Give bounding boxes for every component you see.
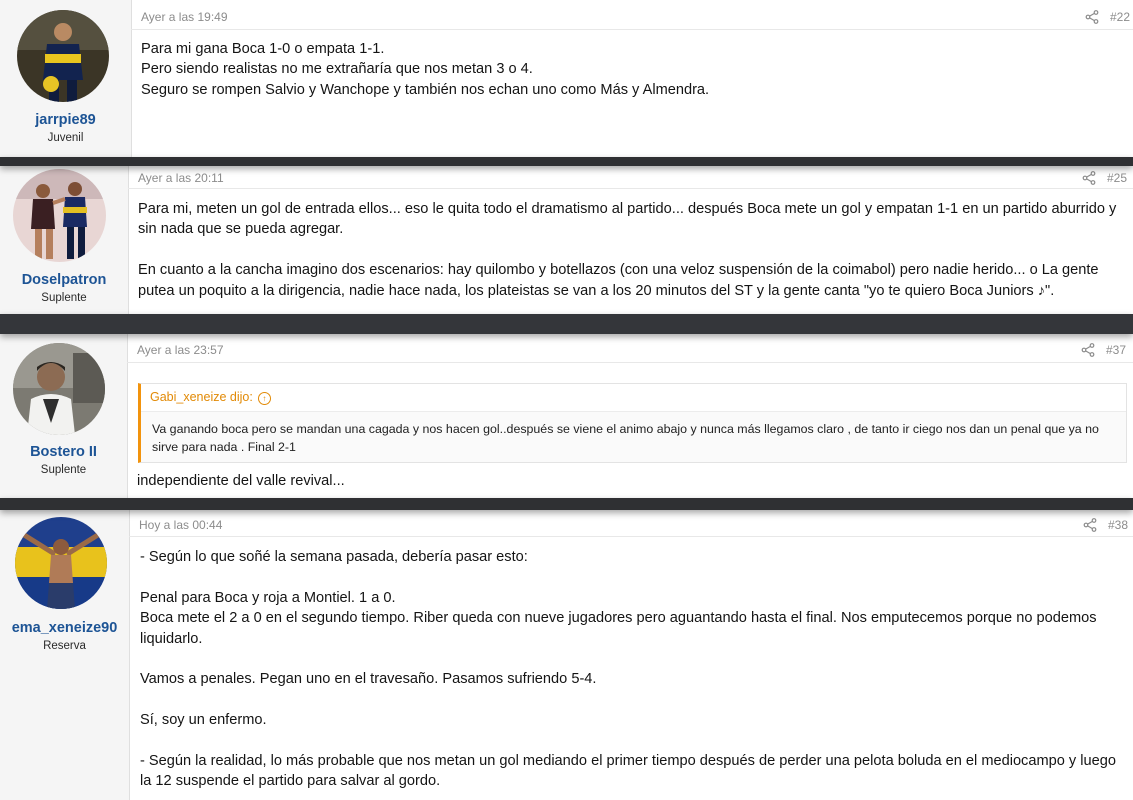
post-number[interactable]: #25	[1107, 171, 1127, 185]
post-timestamp[interactable]: Ayer a las 23:57	[137, 343, 224, 357]
post-body: Para mi, meten un gol de entrada ellos..…	[138, 199, 1128, 301]
post-25: Doselpatron Suplente Ayer a las 20:11 #2…	[0, 166, 1133, 314]
user-cell: jarrpie89 Juvenil	[0, 0, 132, 158]
post-paragraph: - Según la realidad, lo más probable que…	[140, 753, 1116, 790]
meta-divider	[129, 536, 1133, 537]
quote-block: Gabi_xeneize dijo: ↑ Va ganando boca pero…	[138, 383, 1127, 463]
quote-header[interactable]: Gabi_xeneize dijo: ↑	[141, 384, 1126, 412]
quote-author[interactable]: Gabi_xeneize dijo:	[150, 390, 253, 404]
user-title: Juvenil	[47, 132, 84, 144]
share-icon[interactable]	[1085, 10, 1099, 24]
post-paragraph: Sí, soy un enfermo.	[140, 712, 267, 729]
username[interactable]: Bostero II	[0, 444, 127, 460]
share-icon[interactable]	[1081, 343, 1095, 357]
avatar[interactable]	[13, 169, 106, 262]
post-paragraph: Para mi, meten un gol de entrada ellos..…	[138, 201, 1117, 238]
share-icon[interactable]	[1083, 518, 1097, 532]
meta-divider	[128, 188, 1133, 189]
post-paragraph: Boca mete el 2 a 0 en el segundo tiempo.…	[140, 610, 1097, 647]
username[interactable]: Doselpatron	[0, 272, 128, 288]
avatar[interactable]	[13, 343, 105, 435]
share-icon[interactable]	[1082, 171, 1096, 185]
user-cell: ema_xeneize90 Reserva	[0, 510, 130, 800]
quote-text: Va ganando boca pero se mandan una cagad…	[152, 422, 1099, 454]
user-cell: Doselpatron Suplente	[0, 166, 129, 314]
username[interactable]: jarrpie89	[0, 112, 131, 128]
post-37: Bostero II Suplente Ayer a las 23:57 #37…	[0, 334, 1133, 498]
post-number[interactable]: #38	[1108, 518, 1128, 532]
post-body: - Según lo que soñé la semana pasada, de…	[140, 547, 1128, 792]
post-body: independiente del valle revival...	[137, 471, 1122, 491]
post-paragraph: Para mi gana Boca 1-0 o empata 1-1.	[141, 41, 385, 57]
user-title: Suplente	[40, 464, 87, 476]
arrow-up-circle-icon[interactable]: ↑	[257, 392, 271, 405]
post-number[interactable]: #37	[1106, 343, 1126, 357]
post-separator	[0, 314, 1133, 334]
post-22: jarrpie89 Juvenil Ayer a las 19:49 #22 P…	[0, 0, 1133, 158]
post-paragraph: Seguro se rompen Salvio y Wanchope y tam…	[141, 81, 710, 98]
post-paragraph: Penal para Boca y roja a Montiel. 1 a 0.	[140, 589, 396, 606]
post-38: ema_xeneize90 Reserva Hoy a las 00:44 #3…	[0, 510, 1133, 800]
user-title: Suplente	[41, 292, 87, 304]
post-separator	[0, 498, 1133, 510]
username[interactable]: ema_xeneize90	[0, 620, 129, 636]
avatar[interactable]	[17, 10, 109, 102]
post-paragraph: Vamos a penales. Pegan uno en el travesa…	[140, 671, 597, 688]
post-paragraph: En cuanto a la cancha imagino dos escena…	[138, 262, 1099, 299]
post-number[interactable]: #22	[1110, 10, 1130, 24]
post-separator	[0, 157, 1133, 166]
post-timestamp[interactable]: Ayer a las 20:11	[138, 171, 224, 185]
post-paragraph: Pero siendo realistas no me extrañaría q…	[141, 61, 533, 78]
post-timestamp[interactable]: Hoy a las 00:44	[139, 518, 222, 532]
post-paragraph: - Según lo que soñé la semana pasada, de…	[140, 549, 528, 565]
user-title: Reserva	[43, 640, 86, 652]
meta-divider	[127, 362, 1133, 363]
post-timestamp[interactable]: Ayer a las 19:49	[141, 10, 228, 24]
user-cell: Bostero II Suplente	[0, 334, 128, 498]
post-paragraph: independiente del valle revival...	[137, 473, 345, 489]
avatar[interactable]	[15, 517, 107, 609]
post-body: Para mi gana Boca 1-0 o empata 1-1. Pero…	[141, 39, 1126, 100]
meta-divider	[131, 29, 1133, 30]
